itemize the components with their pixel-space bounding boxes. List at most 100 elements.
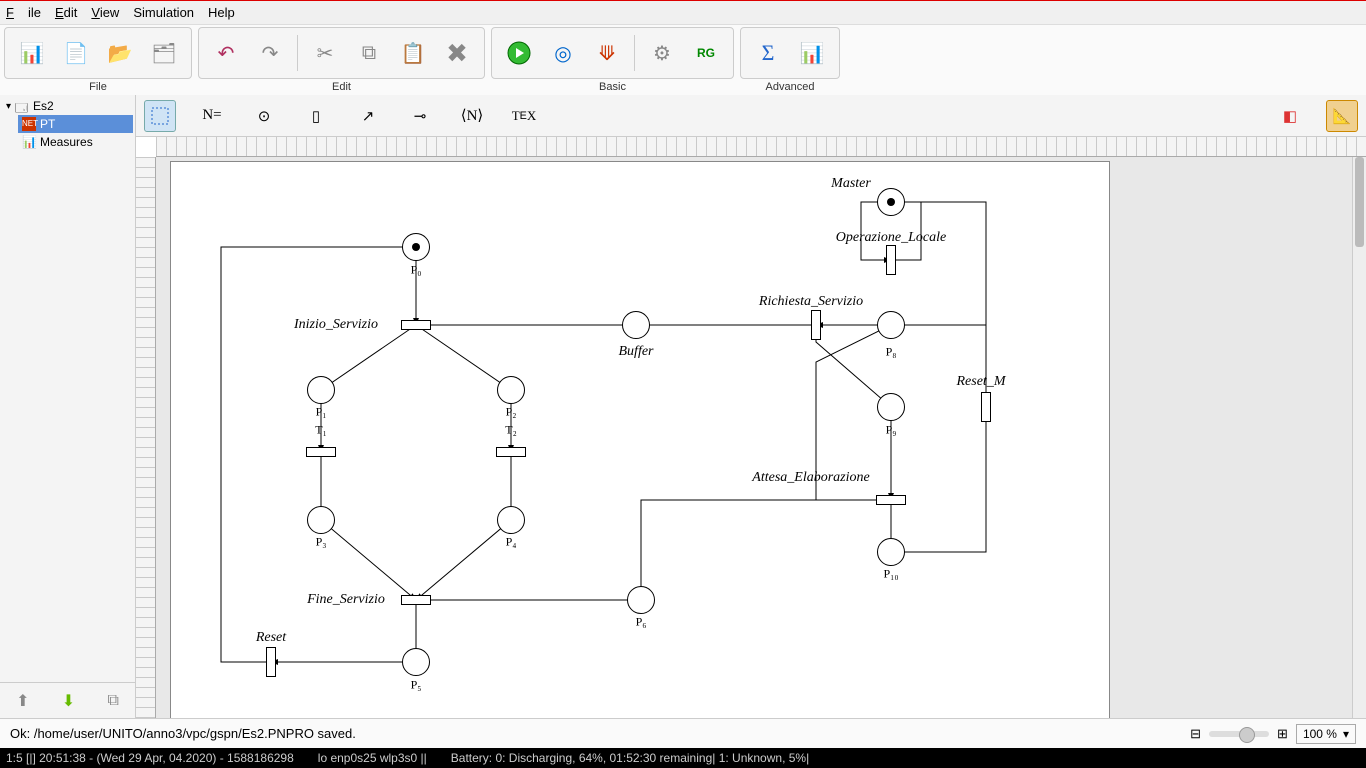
ruler-tool[interactable]: 📐 [1326,100,1358,132]
transition-T2[interactable] [496,447,526,457]
zoom-out-button[interactable]: ⊟ [1190,726,1201,742]
vertical-scrollbar[interactable] [1352,157,1366,718]
delete-button[interactable]: ✖ [436,32,478,74]
place-label-P2: P₂ [506,405,517,420]
canvas-toolbar: N= ⊙ ▯ ↗ ⊸ ⟨N⟩ TEX ◧ 📐 [136,95,1366,137]
menu-edit[interactable]: Edit [55,5,77,20]
place-P1[interactable] [307,376,335,404]
place-P5[interactable] [402,648,430,676]
place-Buffer[interactable] [622,311,650,339]
menu-view[interactable]: View [91,5,119,20]
transition-RichServ[interactable] [811,310,821,340]
transition-ResetM[interactable] [981,392,991,422]
place-label-P10: P₁₀ [883,567,898,582]
rg-button[interactable]: RG [685,32,727,74]
transition-Fine[interactable] [401,595,431,605]
tree-item-pt[interactable]: NETPT [18,115,133,133]
place-P10[interactable] [877,538,905,566]
system-bar: 1:5 [|] 20:51:38 - (Wed 29 Apr, 04.2020)… [0,748,1366,768]
transition-label-RichServ: Richiesta_Servizio [759,294,863,310]
menu-simulation[interactable]: Simulation [133,5,194,20]
zoom-in-button[interactable]: ⊞ [1277,726,1288,742]
transition-Inizio[interactable] [401,320,431,330]
statusbar: Ok: /home/user/UNITO/anno3/vpc/gspn/Es2.… [0,718,1366,748]
transition-label-Reset: Reset [256,630,286,646]
menu-help[interactable]: Help [208,5,235,20]
move-down-button[interactable]: ⬇ [62,691,75,711]
status-message: Ok: /home/user/UNITO/anno3/vpc/gspn/Es2.… [10,726,356,741]
redo-button[interactable]: ↷ [249,32,291,74]
nvar-tool[interactable]: N= [196,100,228,132]
measure-button[interactable]: 📊 [791,32,833,74]
move-up-button[interactable]: ⬆ [16,691,29,711]
new-page-button[interactable]: 📄 [55,32,97,74]
place-label-P8: P₈ [886,345,897,360]
group-advanced-label: Advanced [740,81,840,93]
project-tree[interactable]: 🗔Es2 NETPT 📊Measures [0,95,135,682]
zoom-slider[interactable] [1209,731,1269,737]
zoom-level[interactable]: 100 %▾ [1296,724,1356,744]
transition-Reset[interactable] [266,647,276,677]
place-label-Buffer: Buffer [619,344,654,360]
place-P3[interactable] [307,506,335,534]
transition-label-Attesa: Attesa_Elaborazione [752,470,869,486]
tree-root[interactable]: 🗔Es2 [2,97,133,115]
paste-button[interactable]: 📋 [392,32,434,74]
token-game-button[interactable]: ◎ [542,32,584,74]
net-page[interactable]: MasterP₀BufferP₈P₁P₂P₉P₃P₄P₁₀P₆P₅Operazi… [170,161,1110,718]
ruler-vertical [136,157,156,718]
place-label-P5: P₅ [411,678,422,693]
canvas[interactable]: MasterP₀BufferP₈P₁P₂P₉P₃P₄P₁₀P₆P₅Operazi… [156,157,1352,718]
menu-file[interactable]: File [6,5,41,20]
save-button[interactable]: 🗂 [143,32,185,74]
place-label-P1: P₁ [316,405,327,420]
play-button[interactable] [498,32,540,74]
cut-button[interactable]: ✂ [304,32,346,74]
sigma-button[interactable]: Σ [747,32,789,74]
transition-Attesa[interactable] [876,495,906,505]
eraser-tool[interactable]: ◧ [1274,100,1306,132]
transition-label-OpLoc: Operazione_Locale [836,230,946,246]
state-button[interactable]: ⚙ [641,32,683,74]
place-P4[interactable] [497,506,525,534]
transition-OpLoc[interactable] [886,245,896,275]
ruler-horizontal [156,137,1366,157]
place-label-P6: P₆ [636,615,647,630]
transition-label-Fine: Fine_Servizio [307,592,385,608]
sidebar-actions: ⬆ ⬇ ⧉ [0,682,135,718]
duplicate-button[interactable]: ⧉ [107,692,118,710]
sidebar: 🗔Es2 NETPT 📊Measures ⬆ ⬇ ⧉ [0,95,136,718]
transition-tool[interactable]: ▯ [300,100,332,132]
place-Master[interactable] [877,188,905,216]
transition-T1[interactable] [306,447,336,457]
group-edit-label: Edit [198,81,485,93]
select-tool[interactable] [144,100,176,132]
undo-button[interactable]: ↶ [205,32,247,74]
new-net-button[interactable]: 📊 [11,32,53,74]
group-file-label: File [4,81,192,93]
unfold-button[interactable]: ⟱ [586,32,628,74]
toolbar: 📊 📄 📂 🗂 File ↶ ↷ ✂ ⧉ 📋 ✖ Edit ◎ ⟱ ⚙ RG B… [0,25,1366,95]
place-label-P9: P₉ [886,423,897,438]
place-P8[interactable] [877,311,905,339]
tex-tool[interactable]: TEX [508,100,540,132]
place-P6[interactable] [627,586,655,614]
chevron-down-icon: ▾ [1343,727,1349,741]
transition-label-Inizio: Inizio_Servizio [294,317,378,333]
transition-label-ResetM: Reset_M [957,374,1006,390]
place-tool[interactable]: ⊙ [248,100,280,132]
group-basic-label: Basic [491,81,734,93]
nbracket-tool[interactable]: ⟨N⟩ [456,100,488,132]
open-button[interactable]: 📂 [99,32,141,74]
place-label-P0: P₀ [411,263,422,278]
place-label-Master: Master [831,176,871,192]
place-P0[interactable] [402,233,430,261]
place-P2[interactable] [497,376,525,404]
place-P9[interactable] [877,393,905,421]
copy-button[interactable]: ⧉ [348,32,390,74]
inhibitor-tool[interactable]: ⊸ [404,100,436,132]
arc-tool[interactable]: ↗ [352,100,384,132]
place-label-P4: P₄ [506,535,517,550]
zoom-controls: ⊟ ⊞ 100 %▾ [1190,724,1356,744]
tree-item-measures[interactable]: 📊Measures [18,133,133,151]
